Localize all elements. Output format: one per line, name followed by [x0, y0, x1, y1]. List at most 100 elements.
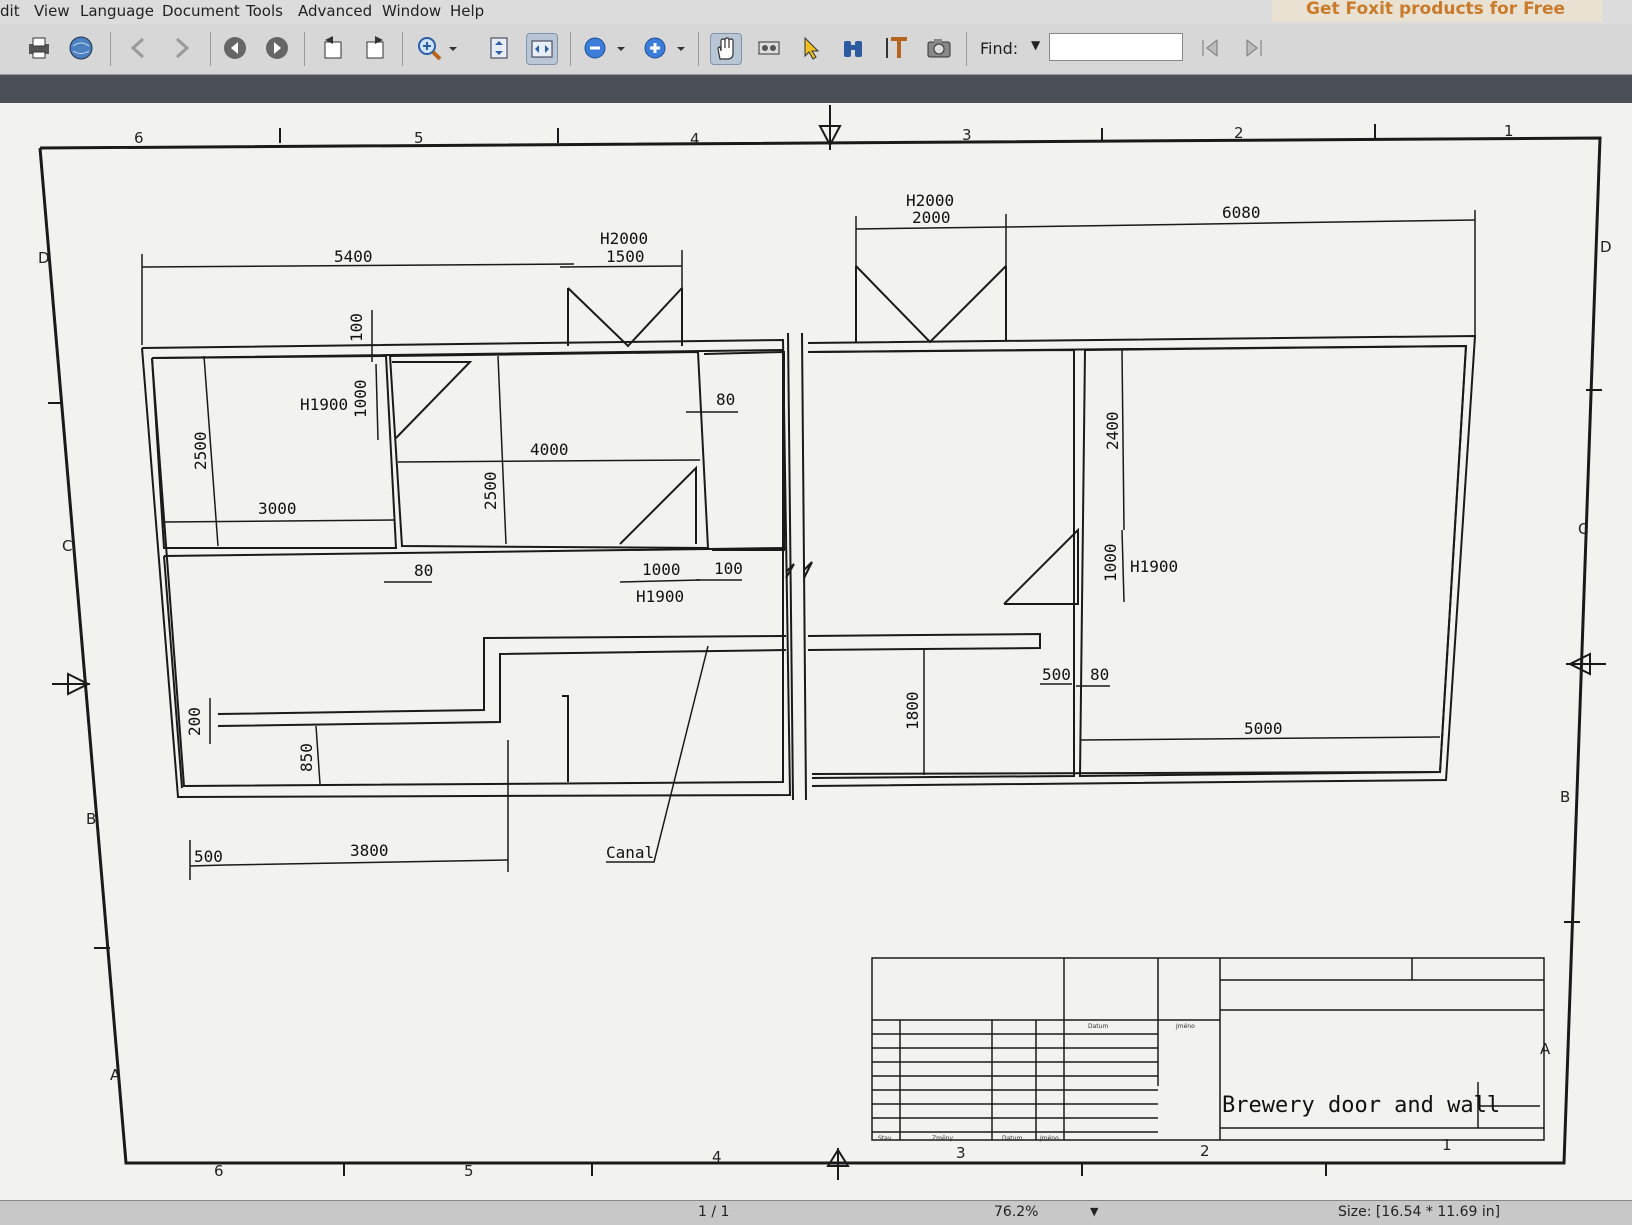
grid-label-right: C — [1578, 520, 1588, 538]
title-block-label: Stav — [878, 1135, 892, 1142]
dim-text: 3800 — [350, 841, 389, 860]
dim-text: 3000 — [258, 499, 297, 518]
page-counter[interactable]: 1 / 1 — [698, 1204, 729, 1220]
grid-label-top: 4 — [690, 130, 700, 148]
dim-text: 850 — [297, 743, 316, 772]
drawing-title: Brewery door and wall — [1222, 1093, 1500, 1118]
title-block-label: Jméno — [1175, 1023, 1195, 1030]
dim-line-1000 — [375, 363, 379, 441]
next-page-icon[interactable] — [166, 33, 196, 63]
typewriter-text-icon[interactable] — [882, 33, 912, 63]
dim-text: 4000 — [530, 440, 569, 459]
zoom-in-icon[interactable] — [640, 33, 670, 63]
print-icon[interactable] — [24, 33, 54, 63]
toolbar-separator — [110, 32, 111, 66]
toolbar-separator — [402, 32, 403, 66]
toolbar-separator — [966, 32, 967, 66]
menu-document[interactable]: Document — [162, 2, 240, 20]
dim-text: 500 — [194, 847, 223, 866]
dim-line-1500 — [559, 265, 683, 268]
door-swing — [619, 465, 697, 545]
menu-advanced[interactable]: Advanced — [298, 2, 372, 20]
canal-leader — [606, 645, 709, 863]
title-block-label: Změny — [932, 1135, 953, 1142]
zoom-level[interactable]: 76.2% — [994, 1204, 1038, 1220]
dim-line-3000 — [163, 519, 395, 523]
web-globe-icon[interactable] — [66, 33, 96, 63]
fit-page-icon[interactable] — [484, 33, 514, 63]
dim-line-2500b — [497, 355, 507, 545]
select-text-glasses-icon[interactable] — [754, 33, 784, 63]
menu-view[interactable]: View — [34, 2, 70, 20]
menu-language[interactable]: Language — [80, 2, 154, 20]
find-options-dropdown-icon[interactable]: ▼ — [1031, 38, 1040, 52]
dim-text: 1500 — [606, 247, 645, 266]
dim-text: 2000 — [912, 208, 951, 227]
previous-page-icon[interactable] — [124, 33, 154, 63]
document-background — [0, 75, 1632, 105]
page-size: Size: [16.54 * 11.69 in] — [1338, 1204, 1501, 1220]
floor-plan-drawing: 6 5 4 3 2 1 6 5 4 3 2 1 D C B A D C B A … — [38, 105, 1612, 1180]
pdf-page[interactable]: 6 5 4 3 2 1 6 5 4 3 2 1 D C B A D C B A … — [0, 103, 1632, 1206]
toolbar-separator — [570, 32, 571, 66]
find-label: Find: — [980, 39, 1019, 58]
toolbar-separator — [304, 32, 305, 66]
find-binoculars-icon[interactable] — [838, 33, 868, 63]
dim-text: H1900 — [1130, 557, 1178, 576]
menu-help[interactable]: Help — [450, 2, 484, 20]
canal-wall-right — [807, 632, 1041, 651]
room-right-top — [703, 350, 785, 551]
dim-text: 2500 — [191, 431, 210, 470]
forward-arrow-icon[interactable] — [262, 33, 292, 63]
back-arrow-icon[interactable] — [220, 33, 250, 63]
grid-label-bottom: 3 — [956, 1144, 966, 1162]
rotate-left-icon[interactable] — [318, 33, 348, 63]
hand-tool-icon[interactable] — [710, 33, 742, 65]
toolbar-separator — [698, 32, 699, 66]
dim-line-4000 — [397, 459, 701, 463]
dim-text: 6080 — [1222, 203, 1261, 222]
find-next-icon[interactable] — [1238, 33, 1268, 63]
grid-label-top: 1 — [1504, 122, 1514, 140]
dim-text: 1000 — [351, 379, 370, 418]
zoom-out-dropdown-icon[interactable] — [614, 33, 628, 63]
dim-text: 200 — [185, 707, 204, 736]
dim-text: 80 — [716, 390, 735, 409]
grid-label-left: A — [110, 1066, 121, 1084]
wall-partition — [163, 547, 787, 557]
door-swing — [1003, 527, 1079, 605]
fit-width-icon[interactable] — [526, 33, 558, 65]
grid-label-bottom: 4 — [712, 1148, 722, 1166]
grid-label-left: B — [86, 810, 96, 828]
zoom-in-magnifier-icon[interactable] — [414, 33, 444, 63]
canal-wall — [562, 695, 569, 782]
center-mark-right — [1566, 652, 1606, 676]
status-bar: 1 / 1 76.2% ▼ Size: [16.54 * 11.69 in] — [0, 1200, 1632, 1225]
dim-text: 80 — [1090, 665, 1109, 684]
menu-edit[interactable]: dit — [0, 2, 20, 20]
wall-outer-left — [141, 338, 792, 799]
zoom-out-icon[interactable] — [580, 33, 610, 63]
promo-banner[interactable]: Get Foxit products for Free — [1272, 0, 1602, 22]
door-swing — [392, 361, 473, 439]
snapshot-camera-icon[interactable] — [924, 33, 954, 63]
zoom-in-dropdown-icon[interactable] — [674, 33, 688, 63]
zoom-dropdown-icon[interactable] — [446, 33, 460, 63]
rotate-right-icon[interactable] — [360, 33, 390, 63]
dim-text: H1900 — [300, 395, 348, 414]
toolbar-separator — [210, 32, 211, 66]
dim-text: 80 — [414, 561, 433, 580]
menu-tools[interactable]: Tools — [246, 2, 283, 20]
find-input[interactable] — [1049, 33, 1183, 61]
dim-line-1000b — [619, 579, 701, 583]
grid-label-top: 2 — [1234, 124, 1244, 142]
menu-window[interactable]: Window — [382, 2, 441, 20]
dim-text: 2500 — [481, 471, 500, 510]
dim-line-850 — [315, 725, 321, 785]
zoom-dropdown-icon[interactable]: ▼ — [1090, 1205, 1098, 1218]
dim-line-1000c — [1121, 529, 1125, 603]
find-previous-icon[interactable] — [1196, 33, 1226, 63]
select-arrow-icon[interactable] — [796, 33, 826, 63]
dim-line-2000 — [855, 226, 1007, 230]
grid-label-left: D — [38, 249, 50, 267]
